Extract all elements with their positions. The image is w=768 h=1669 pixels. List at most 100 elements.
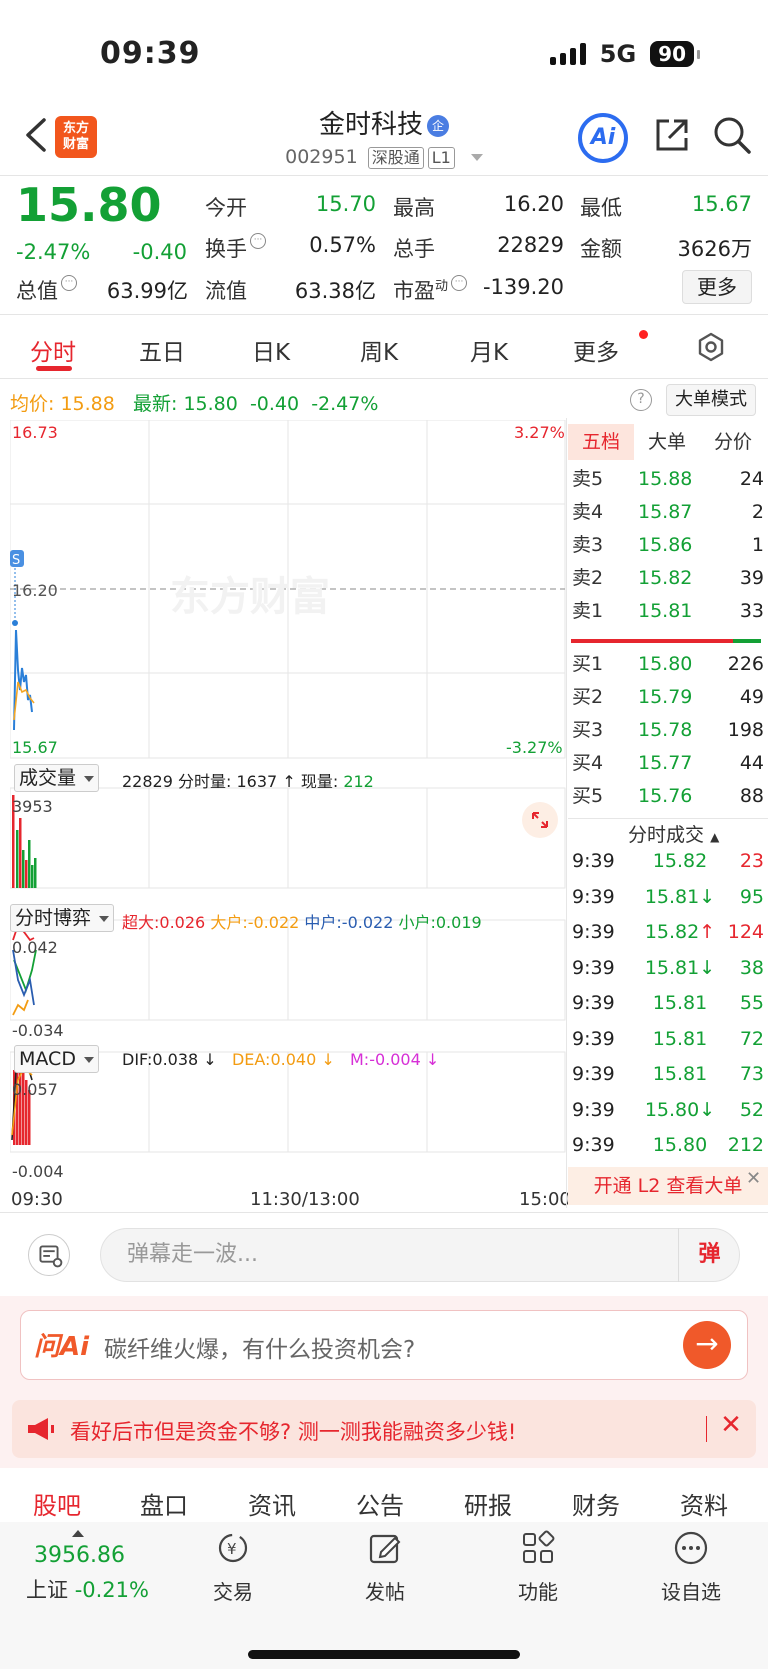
tag-shenzhen-connect: 深股通 xyxy=(367,147,424,169)
macd-y-top: 0.057 xyxy=(12,1080,58,1099)
ask-row: 卖1 15.81 33 xyxy=(572,600,764,622)
ai-button[interactable]: Ai xyxy=(578,113,628,163)
tab-monthly-k[interactable]: 月K xyxy=(470,333,508,367)
ask-ai-prompt[interactable]: 碳纤维火爆，有什么投资机会? xyxy=(104,1330,415,1364)
help-icon[interactable]: ? xyxy=(630,389,652,411)
close-icon[interactable]: ✕ xyxy=(746,1168,761,1189)
tick-row: 9:39 15.80↓ 52 xyxy=(572,1098,764,1121)
ask-row: 卖2 15.82 39 xyxy=(572,567,764,589)
grid-icon xyxy=(523,1530,555,1563)
expand-icon[interactable] xyxy=(522,802,558,838)
stock-name: 金时科技 xyxy=(318,110,423,140)
game-y-top: 0.042 xyxy=(12,938,58,957)
notification-dot xyxy=(639,330,648,339)
big-order-mode-button[interactable]: 大单模式 xyxy=(666,384,756,416)
turnover-label[interactable]: 换手 ··· xyxy=(205,233,266,263)
info-icon[interactable]: ··· xyxy=(250,233,266,249)
add-watchlist-button[interactable]: 设自选 xyxy=(641,1530,741,1605)
volume-value: 22829 xyxy=(497,233,564,257)
danmu-toggle-button[interactable]: 弹 xyxy=(678,1228,740,1282)
buy-ratio-bar xyxy=(733,639,761,643)
megaphone-icon xyxy=(28,1418,54,1440)
volume-y-top: 3953 xyxy=(12,797,53,816)
volume-indicator-select[interactable]: 成交量 xyxy=(14,764,100,792)
game-indicator-select[interactable]: 分时博弈 xyxy=(10,904,115,932)
tab-research[interactable]: 研报 xyxy=(464,1486,512,1521)
big-line xyxy=(12,949,35,1006)
promo-text: 看好后市但是资金不够? 测一测我能融资多少钱! xyxy=(70,1420,517,1444)
latest-price: 15.80 xyxy=(183,393,238,415)
home-indicator[interactable] xyxy=(248,1650,520,1659)
volume-info: 22829 分时量: 1637 ↑ 现量: 212 xyxy=(122,772,374,791)
amount-value: 3626万 xyxy=(677,237,752,261)
latest-change: -0.40 xyxy=(249,393,300,415)
tick-row: 9:39 15.81↓ 95 xyxy=(572,885,764,908)
tab-announcements[interactable]: 公告 xyxy=(356,1486,404,1521)
index-name[interactable]: 上证 -0.21% xyxy=(26,1574,149,1604)
chevron-down-icon[interactable] xyxy=(470,154,483,161)
time-label-midday: 11:30/13:00 xyxy=(250,1189,360,1210)
tab-price-distribution[interactable]: 分价 xyxy=(700,424,766,460)
tab-forum[interactable]: 股吧 xyxy=(33,1486,81,1521)
danmu-input[interactable]: 弹幕走一波... xyxy=(100,1228,740,1282)
more-icon xyxy=(674,1531,708,1565)
tab-daily-k[interactable]: 日K xyxy=(252,333,290,367)
index-value[interactable]: 3956.86 xyxy=(34,1543,125,1568)
close-icon[interactable]: ✕ xyxy=(716,1410,746,1440)
search-icon[interactable] xyxy=(712,115,752,155)
l2-upgrade-banner[interactable]: 开通 L2 查看大单 xyxy=(568,1167,768,1205)
info-icon[interactable]: ··· xyxy=(61,275,77,291)
info-icon[interactable]: ··· xyxy=(451,275,468,291)
tab-news[interactable]: 资讯 xyxy=(248,1486,296,1521)
tick-row: 9:39 15.80 212 xyxy=(572,1134,764,1156)
tab-more[interactable]: 更多 xyxy=(573,333,619,367)
macd-y-bottom: -0.004 xyxy=(12,1162,64,1181)
ticks-title[interactable]: 分时成交 ▲ xyxy=(628,820,719,847)
tag-level: L1 xyxy=(427,147,455,169)
chevron-up-icon[interactable] xyxy=(72,1530,84,1537)
comment-settings-icon[interactable] xyxy=(28,1234,70,1276)
mcap-label[interactable]: 总值 ··· xyxy=(16,275,77,305)
tab-weekly-k[interactable]: 周K xyxy=(360,333,398,367)
more-button[interactable]: 更多 xyxy=(682,270,752,304)
bid-row: 买5 15.76 88 xyxy=(572,785,764,807)
bid-row: 买1 15.80 226 xyxy=(572,653,764,675)
tick-row: 9:39 15.81 73 xyxy=(572,1063,764,1085)
tab-five-levels[interactable]: 五档 xyxy=(568,424,634,460)
change-value: -0.40 xyxy=(132,240,187,264)
tab-financials[interactable]: 财务 xyxy=(572,1486,620,1521)
tab-order-book[interactable]: 盘口 xyxy=(140,1486,188,1521)
current-price: 15.80 xyxy=(16,178,162,232)
tab-five-day[interactable]: 五日 xyxy=(139,333,185,367)
tick-row: 9:39 15.81 55 xyxy=(572,992,764,1014)
edit-icon xyxy=(369,1534,401,1564)
change-percent: -2.47% xyxy=(16,240,91,264)
pe-label[interactable]: 市盈动 ··· xyxy=(393,275,468,305)
arrow-right-icon[interactable]: → xyxy=(683,1321,731,1369)
price-line xyxy=(13,629,33,731)
macd-indicator-select[interactable]: MACD xyxy=(14,1045,99,1073)
divider xyxy=(0,378,768,379)
trade-button[interactable]: ¥ 交易 xyxy=(183,1530,283,1605)
tab-big-orders[interactable]: 大单 xyxy=(634,424,700,460)
signal-icon xyxy=(549,43,586,65)
share-icon[interactable] xyxy=(652,115,692,155)
gear-icon[interactable] xyxy=(696,332,726,362)
amount-label: 金额 xyxy=(580,237,622,261)
trade-icon: ¥ xyxy=(218,1533,248,1563)
intraday-chart[interactable]: 东方财富 S xyxy=(10,420,566,1200)
svg-text:¥: ¥ xyxy=(227,1540,237,1558)
small-line xyxy=(12,999,29,1016)
low-value: 15.67 xyxy=(691,192,752,216)
divider xyxy=(568,818,768,819)
tab-intraday[interactable]: 分时 xyxy=(30,333,76,367)
post-button[interactable]: 发帖 xyxy=(335,1530,435,1605)
divider xyxy=(706,1416,707,1442)
status-indicators: 5G 90 xyxy=(549,40,700,68)
y-mid-label: 16.20 xyxy=(12,581,58,600)
turnover-value: 0.57% xyxy=(309,233,376,257)
divider xyxy=(566,418,567,1208)
tab-profile[interactable]: 资料 xyxy=(680,1486,728,1521)
tick-row: 9:39 15.81 72 xyxy=(572,1027,764,1050)
functions-button[interactable]: 功能 xyxy=(488,1530,588,1605)
